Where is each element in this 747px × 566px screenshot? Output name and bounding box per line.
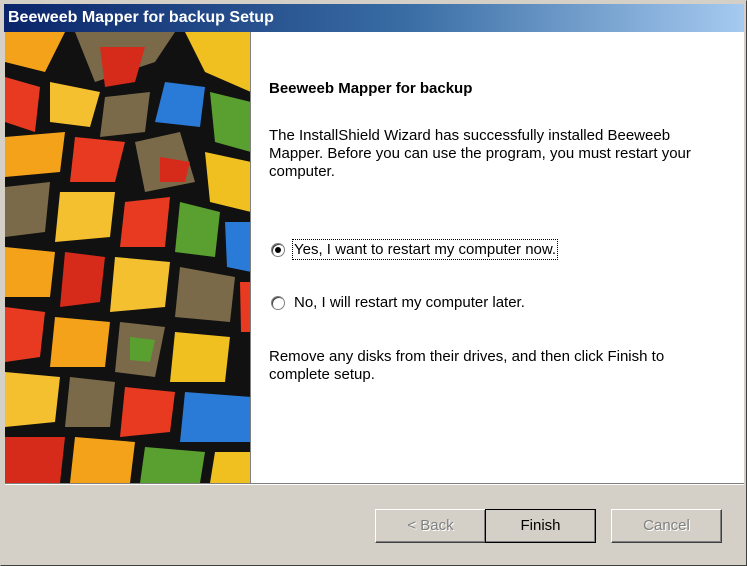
- restart-later-radio[interactable]: [271, 295, 285, 310]
- completion-message: The InstallShield Wizard has successfull…: [269, 127, 691, 180]
- restart-later-option[interactable]: No, I will restart my computer later.: [271, 294, 525, 311]
- title-bar[interactable]: Beeweeb Mapper for backup Setup: [4, 4, 744, 32]
- restart-now-option[interactable]: Yes, I want to restart my computer now.: [271, 239, 559, 260]
- back-button[interactable]: < Back: [375, 509, 486, 543]
- finish-instructions: Remove any disks from their drives, and …: [269, 348, 665, 383]
- restart-later-label[interactable]: No, I will restart my computer later.: [294, 294, 525, 311]
- cancel-button[interactable]: Cancel: [611, 509, 722, 543]
- window-title: Beeweeb Mapper for backup Setup: [8, 9, 274, 26]
- setup-window: Beeweeb Mapper for backup Setup Beeweeb …: [0, 0, 747, 566]
- wizard-content: Beeweeb Mapper for backup The InstallShi…: [5, 32, 744, 483]
- button-separator: [5, 483, 744, 485]
- wizard-side-image: [5, 32, 251, 483]
- restart-now-label[interactable]: Yes, I want to restart my computer now.: [291, 239, 559, 260]
- finish-button[interactable]: Finish: [485, 509, 596, 543]
- wizard-heading: Beeweeb Mapper for backup: [269, 80, 473, 97]
- restart-now-radio[interactable]: [271, 242, 285, 257]
